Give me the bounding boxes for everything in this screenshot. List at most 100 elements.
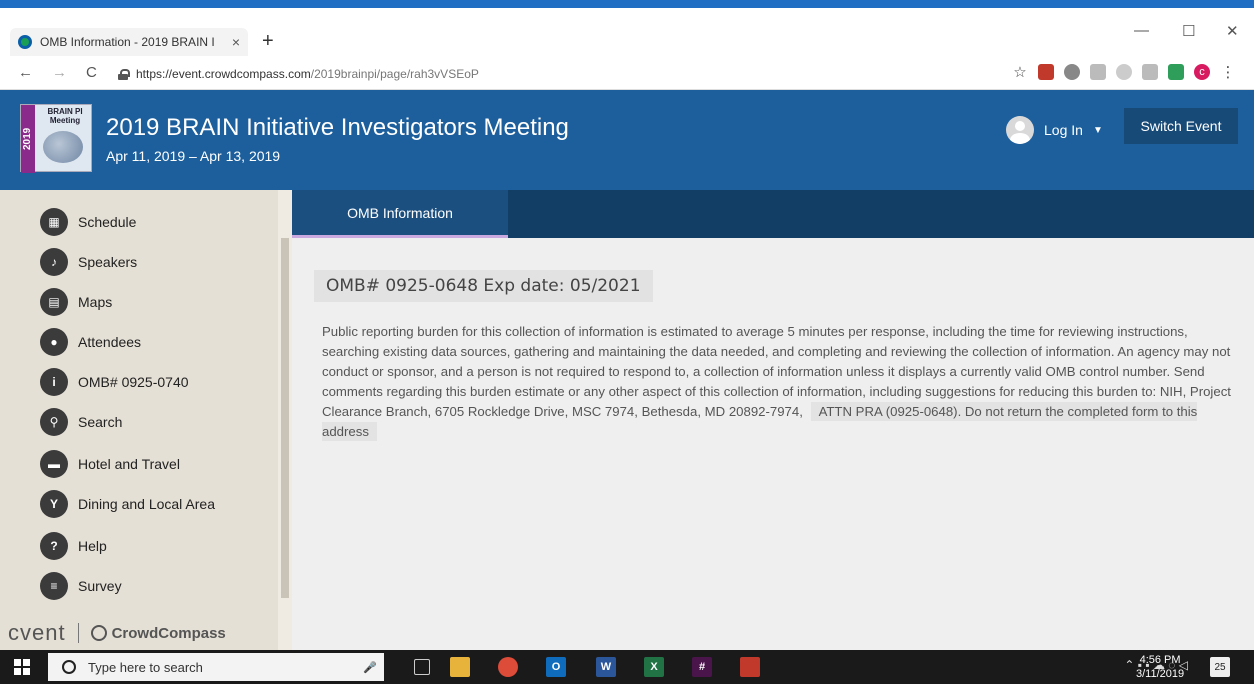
sidebar-item-label: Maps (78, 294, 113, 310)
minimize-button[interactable]: — (1134, 22, 1149, 39)
crowdcompass-label: CrowdCompass (111, 624, 226, 642)
microphone-icon[interactable]: 🎤 (360, 657, 380, 677)
sidebar-item-label: Schedule (78, 214, 137, 230)
taskbar-search-input[interactable]: Type here to search (48, 653, 384, 681)
extension-icons: ☆ c ⋮ (1012, 64, 1236, 81)
sidebar-item-label: Survey (78, 578, 122, 594)
sidebar-item-help[interactable]: ? Help (40, 530, 107, 562)
powered-by-footer: cvent CrowdCompass (8, 620, 226, 646)
taskbar-clock[interactable]: 4:56 PM 3/11/2019 (1136, 653, 1184, 681)
brain-icon (43, 131, 83, 163)
sidebar-item-label: Dining and Local Area (78, 496, 215, 512)
extension-icon[interactable] (1090, 64, 1106, 80)
extension-icon[interactable] (1142, 64, 1158, 80)
extension-icon[interactable] (1116, 64, 1132, 80)
sidebar-item-label: OMB# 0925-0740 (78, 374, 189, 390)
main-content: OMB# 0925-0648 Exp date: 05/2021 Public … (292, 238, 1254, 650)
url-path: /2019brainpi/page/rah3vVSEoP (310, 67, 479, 81)
lock-icon (118, 68, 130, 80)
sidebar-item-label: Hotel and Travel (78, 456, 180, 472)
taskbar-search-placeholder: Type here to search (88, 659, 203, 675)
maximize-button[interactable]: ☐ (1182, 22, 1195, 40)
tab-close-icon[interactable]: × (232, 34, 240, 50)
bookmark-star-icon[interactable]: ☆ (1012, 64, 1028, 81)
schedule-icon: ▦ (40, 208, 68, 236)
sidebar-item-omb[interactable]: i OMB# 0925-0740 (40, 366, 189, 398)
word-icon[interactable]: W (596, 657, 616, 677)
user-avatar-icon (1006, 116, 1034, 144)
browser-menu-icon[interactable]: ⋮ (1220, 64, 1236, 81)
slack-icon[interactable]: # (692, 657, 712, 677)
clock-date: 3/11/2019 (1136, 668, 1185, 680)
search-icon: ⚲ (40, 408, 68, 436)
acrobat-icon[interactable] (740, 657, 760, 677)
windows-taskbar: Type here to search 🎤 O W X # ⌃ ▪ ▪ ☁ ◌ … (0, 650, 1254, 684)
sidebar-scrollbar-thumb[interactable] (281, 238, 289, 598)
close-window-button[interactable]: ✕ (1226, 22, 1239, 40)
cortana-icon (62, 660, 76, 674)
sidebar-item-speakers[interactable]: ♪ Speakers (40, 246, 137, 278)
profile-avatar[interactable]: c (1194, 64, 1210, 80)
logo-text: BRAIN PI Meeting (47, 107, 83, 125)
browser-tabbar: OMB Information - 2019 BRAIN I × + — ☐ ✕ (0, 8, 1254, 58)
help-icon: ? (40, 532, 68, 560)
forward-button[interactable]: → (52, 64, 67, 81)
event-logo[interactable]: 2019 BRAIN PI Meeting (20, 104, 92, 173)
sidebar-item-survey[interactable]: ≡ Survey (40, 570, 122, 602)
sidebar-item-label: Help (78, 538, 107, 554)
sidebar-item-attendees[interactable]: ● Attendees (40, 326, 141, 358)
clock-time: 4:56 PM (1139, 654, 1181, 666)
sidebar-item-maps[interactable]: ▤ Maps (40, 286, 112, 318)
sidebar-item-label: Attendees (78, 334, 142, 350)
chrome-icon[interactable] (498, 657, 518, 677)
tab-title: OMB Information - 2019 BRAIN I (40, 35, 215, 49)
browser-tab[interactable]: OMB Information - 2019 BRAIN I × (10, 28, 248, 56)
car-icon: ▬ (40, 450, 68, 478)
sidebar-item-schedule[interactable]: ▦ Schedule (40, 206, 136, 238)
sidebar-item-dining[interactable]: Y Dining and Local Area (40, 488, 215, 520)
window-top-strip (0, 0, 1254, 8)
info-icon: i (40, 368, 68, 396)
back-button[interactable]: ← (18, 64, 33, 81)
attendees-icon: ● (40, 328, 68, 356)
new-tab-button[interactable]: + (262, 30, 274, 53)
map-icon: ▤ (40, 288, 68, 316)
divider (77, 623, 79, 643)
reload-button[interactable]: C (86, 64, 97, 81)
file-explorer-icon[interactable] (450, 657, 470, 677)
sidebar: ▦ Schedule ♪ Speakers ▤ Maps ● Attendees… (0, 190, 292, 650)
favicon-icon (18, 35, 32, 49)
dining-icon: Y (40, 490, 68, 518)
event-dates: Apr 11, 2019 – Apr 13, 2019 (106, 148, 281, 164)
address-bar: ← → C https://event.crowdcompass.com/201… (0, 58, 1254, 90)
url-host: https://event.crowdcompass.com (136, 67, 311, 81)
excel-icon[interactable]: X (644, 657, 664, 677)
survey-icon: ≡ (40, 572, 68, 600)
pdf-extension-icon[interactable] (1038, 64, 1054, 80)
sidebar-item-search[interactable]: ⚲ Search (40, 406, 122, 438)
windows-start-icon[interactable] (14, 659, 30, 675)
logo-year: 2019 (21, 105, 35, 173)
sidebar-item-label: Search (78, 414, 123, 430)
outlook-icon[interactable]: O (546, 657, 566, 677)
login-button[interactable]: Log In ▼ (1006, 116, 1103, 144)
chevron-down-icon: ▼ (1092, 124, 1103, 136)
screen: OMB Information - 2019 BRAIN I × + — ☐ ✕… (0, 0, 1254, 684)
app-header: 2019 BRAIN PI Meeting 2019 BRAIN Initiat… (0, 90, 1254, 190)
url-input[interactable]: https://event.crowdcompass.com/2019brain… (118, 62, 938, 86)
sidebar-item-hotel-travel[interactable]: ▬ Hotel and Travel (40, 448, 180, 480)
page-title: OMB# 0925-0648 Exp date: 05/2021 (314, 270, 653, 302)
switch-event-button[interactable]: Switch Event (1124, 108, 1238, 144)
task-view-icon[interactable] (414, 659, 430, 675)
notification-center-icon[interactable]: 25 (1210, 657, 1230, 677)
extension-icon[interactable] (1168, 64, 1184, 80)
microphone-icon: ♪ (40, 248, 68, 276)
omb-statement: Public reporting burden for this collect… (322, 322, 1232, 442)
url-text: https://event.crowdcompass.com/2019brain… (136, 67, 479, 81)
sidebar-item-label: Speakers (78, 254, 138, 270)
extension-icon[interactable] (1064, 64, 1080, 80)
compass-icon (90, 625, 107, 641)
event-title: 2019 BRAIN Initiative Investigators Meet… (106, 114, 569, 141)
tab-omb-information[interactable]: OMB Information (292, 190, 508, 238)
login-label: Log In (1044, 122, 1083, 138)
